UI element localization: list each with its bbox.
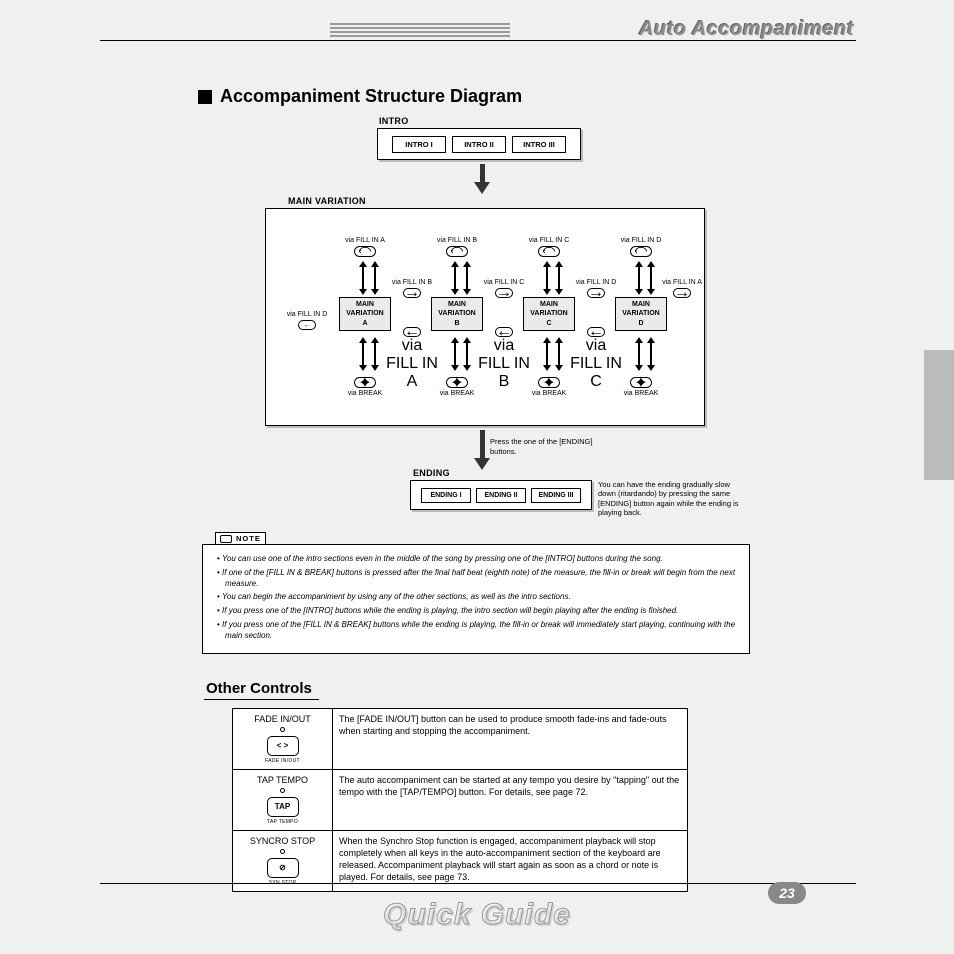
main-variation-panel: via FILL IN A via FILL IN B via FILL IN … bbox=[265, 208, 705, 426]
note-item: You can begin the accompaniment by using… bbox=[225, 592, 737, 603]
footer-title: Quick Guide bbox=[0, 898, 954, 932]
note-item: You can use one of the intro sections ev… bbox=[225, 554, 737, 565]
variation-box-c: MAINVARIATIONC bbox=[523, 297, 575, 331]
control-fade: FADE IN/OUT < > FADE IN/OUT bbox=[233, 709, 333, 770]
note-item: If you press one of the [INTRO] buttons … bbox=[225, 606, 737, 617]
ending-button-2: ENDING II bbox=[476, 488, 526, 503]
break-icon: ✦ bbox=[538, 377, 560, 388]
arrows-vert-icon bbox=[359, 261, 379, 295]
break-a: ✦via BREAK bbox=[322, 377, 408, 397]
fill-top-a: via FILL IN A bbox=[322, 237, 408, 257]
table-row: FADE IN/OUT < > FADE IN/OUT The [FADE IN… bbox=[233, 709, 688, 770]
loop-icon bbox=[354, 246, 376, 257]
fill-top-d: via FILL IN D bbox=[598, 237, 684, 257]
syncstop-button-icon: ⊘ bbox=[267, 858, 299, 878]
left-icon: ← bbox=[587, 327, 605, 337]
arrows-vert-icon bbox=[359, 337, 379, 371]
intro-button-3: INTRO III bbox=[512, 136, 566, 153]
break-icon: ✦ bbox=[446, 377, 468, 388]
break-icon: ✦ bbox=[354, 377, 376, 388]
arrow-down-icon bbox=[474, 430, 490, 470]
arrows-vert-icon bbox=[635, 337, 655, 371]
note-list: You can use one of the intro sections ev… bbox=[203, 545, 749, 653]
ending-aside: You can have the ending gradually slow d… bbox=[598, 480, 748, 518]
section-title-text: Accompaniment Structure Diagram bbox=[220, 86, 522, 107]
right-icon: → bbox=[403, 288, 421, 298]
h-arrow-top-ab: via FILL IN B→ bbox=[386, 279, 438, 298]
ending-press-note: Press the one of the [ENDING] buttons. bbox=[490, 437, 610, 457]
fill-top-c: via FILL IN C bbox=[506, 237, 592, 257]
left-icon: ← bbox=[495, 327, 513, 337]
ending-button-3: ENDING III bbox=[531, 488, 581, 503]
left-icon: ← bbox=[403, 327, 421, 337]
header-rule bbox=[100, 40, 856, 41]
arrows-vert-icon bbox=[451, 261, 471, 295]
loop-icon bbox=[446, 246, 468, 257]
fill-top-b: via FILL IN B bbox=[414, 237, 500, 257]
section-title: Accompaniment Structure Diagram bbox=[198, 86, 522, 107]
h-arrow-top-cd: via FILL IN D→ bbox=[570, 279, 622, 298]
led-icon bbox=[280, 849, 285, 854]
arrow-down-icon bbox=[474, 164, 490, 194]
variation-box-b: MAINVARIATIONB bbox=[431, 297, 483, 331]
arrows-vert-icon bbox=[635, 261, 655, 295]
note-item: If you press one of the [FILL IN & BREAK… bbox=[225, 620, 737, 642]
intro-button-1: INTRO I bbox=[392, 136, 446, 153]
footer-rule bbox=[100, 883, 856, 884]
h-arrow-top-d: via FILL IN A→ bbox=[662, 279, 702, 298]
table-row: TAP TEMPO TAP TAP TEMPO The auto accompa… bbox=[233, 769, 688, 830]
control-tap: TAP TEMPO TAP TAP TEMPO bbox=[233, 769, 333, 830]
loop-icon bbox=[630, 246, 652, 257]
arrows-vert-icon bbox=[543, 261, 563, 295]
control-desc: The [FADE IN/OUT] button can be used to … bbox=[333, 709, 688, 770]
right-icon: → bbox=[495, 288, 513, 298]
break-c: ✦via BREAK bbox=[506, 377, 592, 397]
ending-panel: ENDING I ENDING II ENDING III bbox=[410, 480, 592, 510]
other-controls-table: FADE IN/OUT < > FADE IN/OUT The [FADE IN… bbox=[232, 708, 688, 892]
left-icon: ← bbox=[298, 320, 316, 330]
ending-label: ENDING bbox=[413, 468, 450, 478]
tap-button-icon: TAP bbox=[267, 797, 299, 817]
intro-button-2: INTRO II bbox=[452, 136, 506, 153]
header-decor bbox=[330, 23, 510, 37]
break-b: ✦via BREAK bbox=[414, 377, 500, 397]
fade-button-icon: < > bbox=[267, 736, 299, 756]
side-tab bbox=[924, 350, 954, 480]
square-bullet-icon bbox=[198, 90, 212, 104]
side-left-d: via FILL IN D← bbox=[282, 311, 332, 330]
break-d: ✦via BREAK bbox=[598, 377, 684, 397]
right-icon: → bbox=[587, 288, 605, 298]
h-arrow-top-bc: via FILL IN C→ bbox=[478, 279, 530, 298]
arrows-vert-icon bbox=[451, 337, 471, 371]
header-title: Auto Accompaniment bbox=[639, 18, 854, 41]
note-box: NOTE You can use one of the intro sectio… bbox=[202, 544, 750, 654]
control-desc: The auto accompaniment can be started at… bbox=[333, 769, 688, 830]
note-item: If one of the [FILL IN & BREAK] buttons … bbox=[225, 568, 737, 590]
break-icon: ✦ bbox=[630, 377, 652, 388]
variation-box-a: MAINVARIATIONA bbox=[339, 297, 391, 331]
keyboard-icon bbox=[220, 535, 232, 543]
variation-box-d: MAINVARIATIOND bbox=[615, 297, 667, 331]
intro-label: INTRO bbox=[379, 116, 409, 126]
led-icon bbox=[280, 788, 285, 793]
arrows-vert-icon bbox=[543, 337, 563, 371]
intro-panel: INTRO I INTRO II INTRO III bbox=[377, 128, 581, 160]
loop-icon bbox=[538, 246, 560, 257]
note-tag: NOTE bbox=[215, 532, 266, 545]
ending-button-1: ENDING I bbox=[421, 488, 471, 503]
right-icon: → bbox=[673, 288, 691, 298]
other-controls-title: Other Controls bbox=[204, 680, 319, 700]
led-icon bbox=[280, 727, 285, 732]
main-variation-label: MAIN VARIATION bbox=[288, 196, 366, 206]
